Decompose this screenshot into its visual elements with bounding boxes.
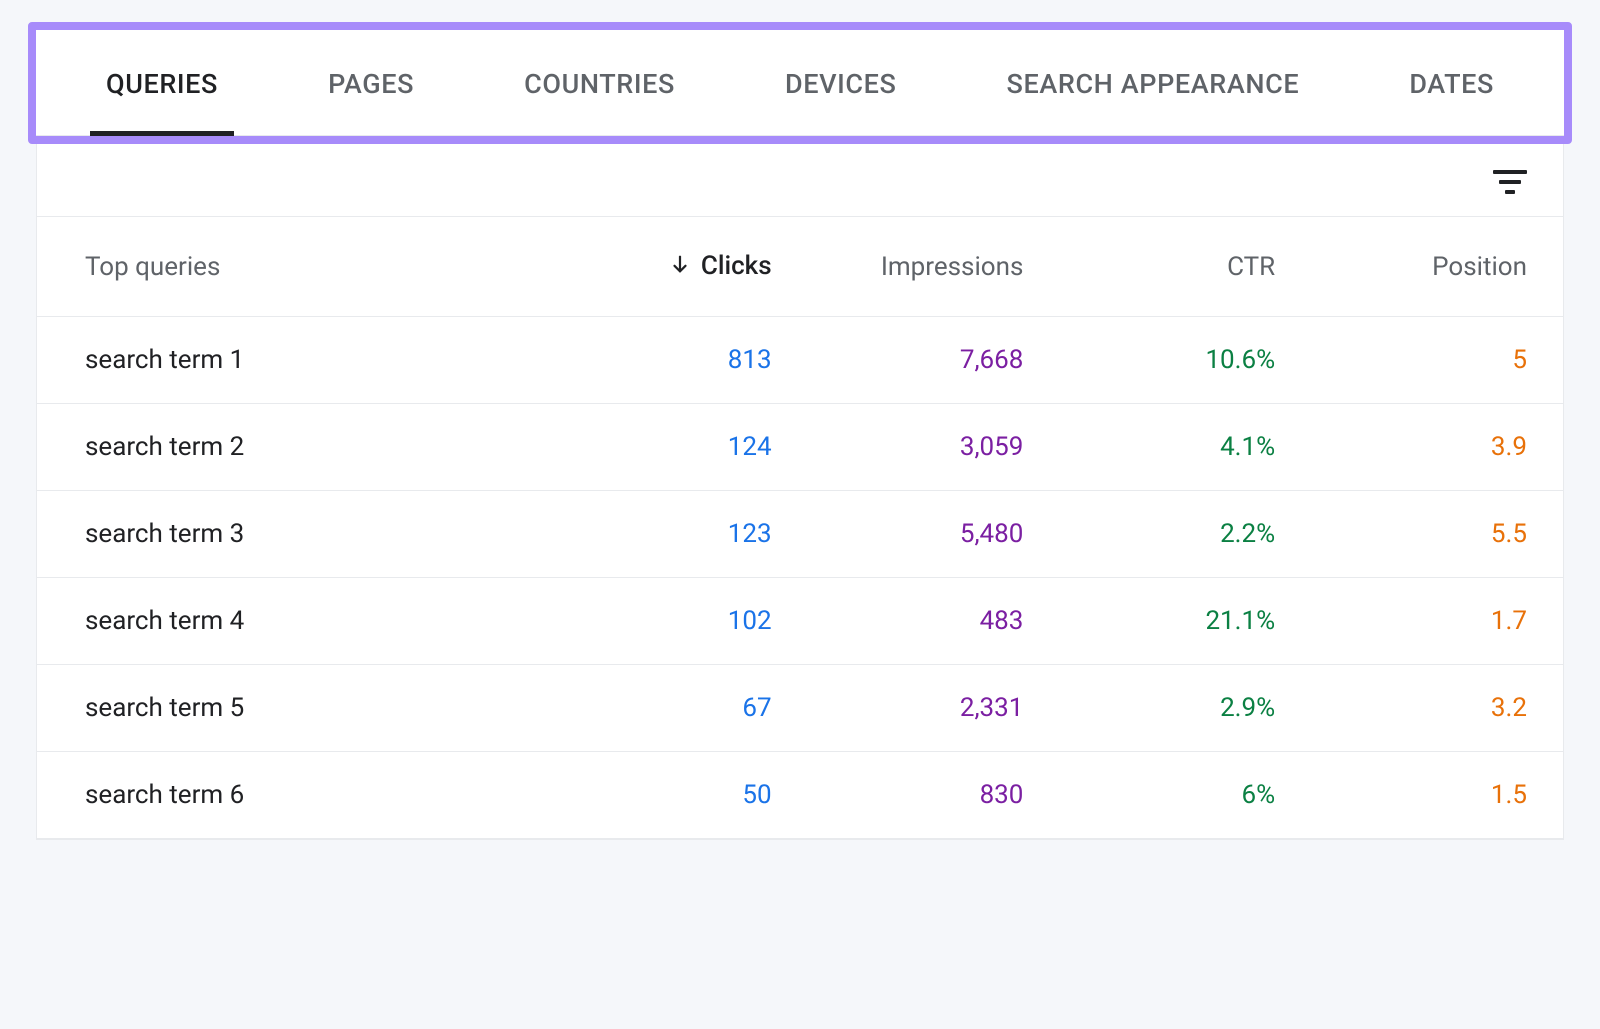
cell-clicks: 67 [556, 665, 808, 752]
cell-query: search term 6 [37, 752, 556, 839]
tab-pages[interactable]: PAGES [318, 32, 424, 134]
cell-impressions: 7,668 [808, 317, 1060, 404]
col-header-position[interactable]: Position [1311, 217, 1563, 317]
cell-query: search term 4 [37, 578, 556, 665]
table-row[interactable]: search term 5 67 2,331 2.9% 3.2 [37, 665, 1563, 752]
tab-devices[interactable]: DEVICES [775, 32, 906, 134]
cell-query: search term 5 [37, 665, 556, 752]
table-row[interactable]: search term 6 50 830 6% 1.5 [37, 752, 1563, 839]
cell-clicks: 124 [556, 404, 808, 491]
table-row[interactable]: search term 2 124 3,059 4.1% 3.9 [37, 404, 1563, 491]
cell-clicks: 102 [556, 578, 808, 665]
queries-table: Top queries Clicks Impressions CTR P [37, 216, 1563, 839]
cell-impressions: 483 [808, 578, 1060, 665]
tab-label: DATES [1409, 68, 1494, 100]
tab-label: DEVICES [785, 68, 896, 100]
cell-query: search term 2 [37, 404, 556, 491]
tabs-highlight-frame: QUERIES PAGES COUNTRIES DEVICES SEARCH A… [28, 22, 1572, 144]
cell-position: 5.5 [1311, 491, 1563, 578]
col-header-clicks[interactable]: Clicks [556, 217, 808, 317]
cell-ctr: 2.9% [1059, 665, 1311, 752]
cell-ctr: 2.2% [1059, 491, 1311, 578]
table-toolbar [37, 144, 1563, 216]
app-root: QUERIES PAGES COUNTRIES DEVICES SEARCH A… [0, 0, 1600, 1029]
filter-icon[interactable] [1493, 168, 1527, 196]
cell-impressions: 5,480 [808, 491, 1060, 578]
cell-query: search term 3 [37, 491, 556, 578]
tab-countries[interactable]: COUNTRIES [514, 32, 685, 134]
table-row[interactable]: search term 1 813 7,668 10.6% 5 [37, 317, 1563, 404]
col-header-label: Clicks [701, 251, 772, 281]
cell-clicks: 50 [556, 752, 808, 839]
col-header-label: CTR [1227, 252, 1275, 282]
cell-impressions: 3,059 [808, 404, 1060, 491]
cell-ctr: 21.1% [1059, 578, 1311, 665]
table-panel: Top queries Clicks Impressions CTR P [36, 144, 1564, 840]
cell-position: 5 [1311, 317, 1563, 404]
table-row[interactable]: search term 4 102 483 21.1% 1.7 [37, 578, 1563, 665]
col-header-label: Position [1432, 252, 1527, 282]
cell-ctr: 6% [1059, 752, 1311, 839]
table-header-row: Top queries Clicks Impressions CTR P [37, 217, 1563, 317]
cell-position: 3.9 [1311, 404, 1563, 491]
cell-clicks: 813 [556, 317, 808, 404]
cell-query: search term 1 [37, 317, 556, 404]
cell-position: 1.7 [1311, 578, 1563, 665]
cell-ctr: 4.1% [1059, 404, 1311, 491]
col-header-impressions[interactable]: Impressions [808, 217, 1060, 317]
dimension-tabbar: QUERIES PAGES COUNTRIES DEVICES SEARCH A… [36, 30, 1564, 136]
cell-impressions: 2,331 [808, 665, 1060, 752]
arrow-down-icon [669, 252, 691, 282]
cell-ctr: 10.6% [1059, 317, 1311, 404]
tab-label: QUERIES [106, 68, 218, 100]
cell-position: 3.2 [1311, 665, 1563, 752]
col-header-label: Impressions [881, 252, 1024, 282]
tab-dates[interactable]: DATES [1399, 32, 1504, 134]
col-header-ctr[interactable]: CTR [1059, 217, 1311, 317]
tab-label: SEARCH APPEARANCE [1007, 68, 1300, 100]
col-header-label: Top queries [85, 252, 220, 282]
cell-impressions: 830 [808, 752, 1060, 839]
table-row[interactable]: search term 3 123 5,480 2.2% 5.5 [37, 491, 1563, 578]
tab-label: COUNTRIES [524, 68, 675, 100]
col-header-query[interactable]: Top queries [37, 217, 556, 317]
tab-search-appearance[interactable]: SEARCH APPEARANCE [997, 32, 1310, 134]
cell-clicks: 123 [556, 491, 808, 578]
tab-label: PAGES [328, 68, 414, 100]
cell-position: 1.5 [1311, 752, 1563, 839]
tab-queries[interactable]: QUERIES [96, 32, 228, 134]
